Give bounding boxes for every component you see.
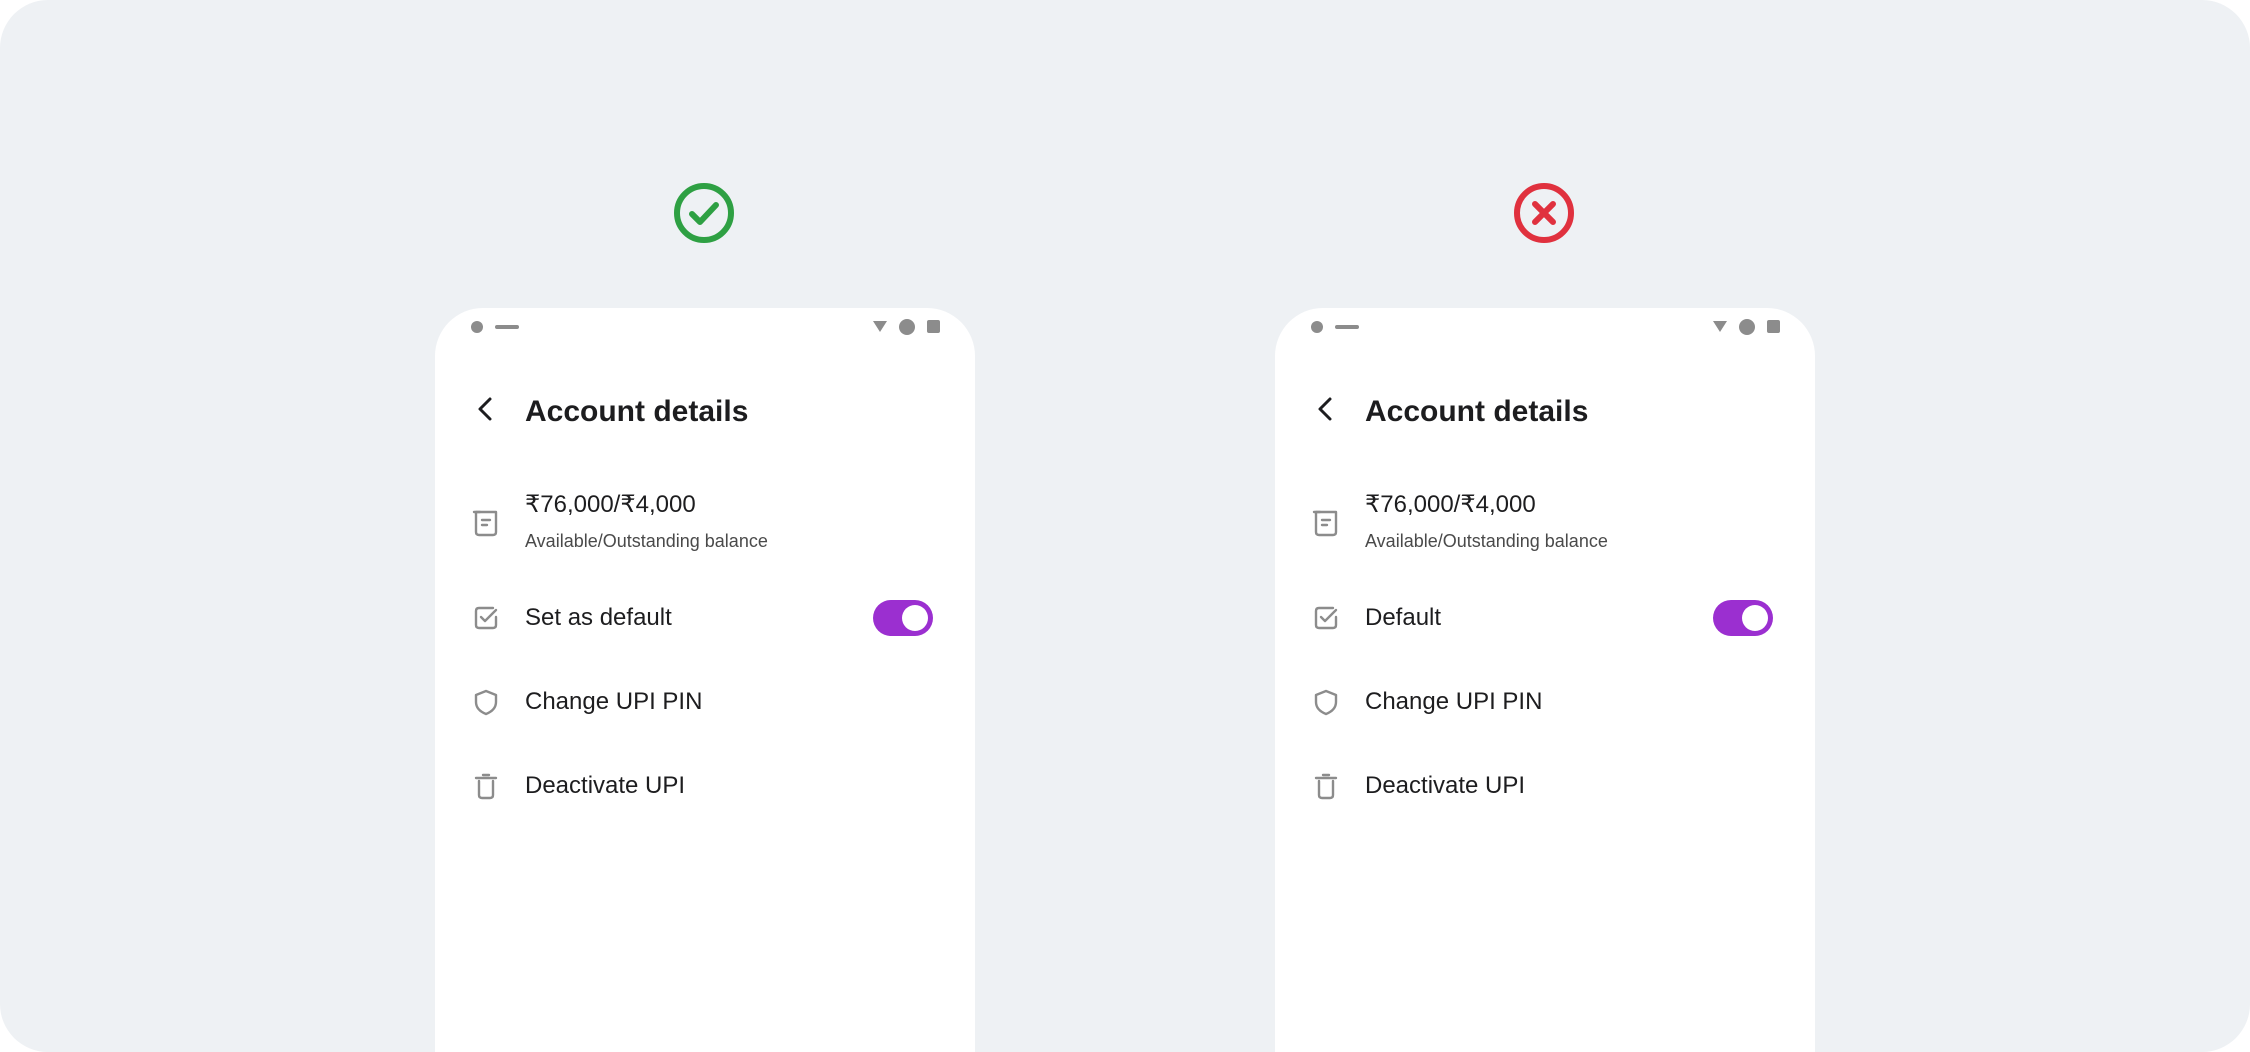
back-arrow-icon[interactable]	[1311, 394, 1341, 424]
phone-mockup-incorrect: Account details ₹76,000/₹4,000 Available…	[1275, 308, 1815, 1052]
notification-dot-icon	[1311, 321, 1323, 333]
balance-caption: Available/Outstanding balance	[525, 531, 768, 551]
default-row[interactable]: Default	[1275, 593, 1815, 643]
battery-icon	[1767, 320, 1780, 333]
notification-dash-icon	[495, 325, 519, 329]
checkbox-icon	[471, 603, 501, 633]
checkbox-icon	[1311, 603, 1341, 633]
app-bar: Account details	[435, 380, 975, 440]
check-circle-icon	[673, 182, 735, 244]
status-bar	[435, 308, 975, 348]
set-default-row[interactable]: Set as default	[435, 593, 975, 643]
page-title: Account details	[1365, 395, 1589, 428]
status-bar	[1275, 308, 1815, 348]
deactivate-row[interactable]: Deactivate UPI	[435, 761, 975, 811]
page-title: Account details	[525, 395, 749, 428]
receipt-icon	[1311, 508, 1341, 538]
default-toggle[interactable]	[1713, 600, 1773, 636]
default-label: Default	[1365, 604, 1442, 631]
signal-icon	[1739, 319, 1755, 335]
deactivate-label: Deactivate UPI	[1365, 772, 1526, 799]
back-arrow-icon[interactable]	[471, 394, 501, 424]
phone-mockup-correct: Account details ₹76,000/₹4,000 Available…	[435, 308, 975, 1052]
balance-caption: Available/Outstanding balance	[1365, 531, 1608, 551]
deactivate-label: Deactivate UPI	[525, 772, 686, 799]
receipt-icon	[471, 508, 501, 538]
signal-icon	[899, 319, 915, 335]
toggle-knob	[1742, 605, 1768, 631]
default-toggle[interactable]	[873, 600, 933, 636]
toggle-knob	[902, 605, 928, 631]
wifi-icon	[1713, 321, 1727, 332]
shield-icon	[1311, 687, 1341, 717]
balance-amount: ₹76,000/₹4,000	[525, 491, 696, 518]
deactivate-row[interactable]: Deactivate UPI	[1275, 761, 1815, 811]
change-pin-label: Change UPI PIN	[525, 688, 703, 715]
change-pin-row[interactable]: Change UPI PIN	[1275, 677, 1815, 727]
wifi-icon	[873, 321, 887, 332]
change-pin-label: Change UPI PIN	[1365, 688, 1543, 715]
x-circle-icon	[1513, 182, 1575, 244]
balance-amount: ₹76,000/₹4,000	[1365, 491, 1536, 518]
balance-row: ₹76,000/₹4,000 Available/Outstanding bal…	[435, 486, 975, 566]
default-label: Set as default	[525, 604, 672, 631]
notification-dot-icon	[471, 321, 483, 333]
trash-icon	[471, 771, 501, 801]
shield-icon	[471, 687, 501, 717]
comparison-canvas: Account details ₹76,000/₹4,000 Available…	[0, 0, 2250, 1052]
battery-icon	[927, 320, 940, 333]
notification-dash-icon	[1335, 325, 1359, 329]
balance-row: ₹76,000/₹4,000 Available/Outstanding bal…	[1275, 486, 1815, 566]
app-bar: Account details	[1275, 380, 1815, 440]
change-pin-row[interactable]: Change UPI PIN	[435, 677, 975, 727]
trash-icon	[1311, 771, 1341, 801]
